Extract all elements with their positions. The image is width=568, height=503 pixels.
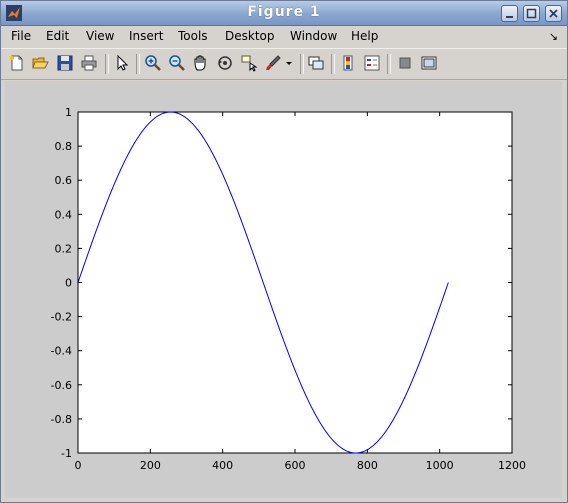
edit-plot-button[interactable] xyxy=(113,54,131,72)
insert-legend-button[interactable] xyxy=(363,54,381,72)
save-button[interactable] xyxy=(56,54,74,72)
pan-hand-icon xyxy=(194,55,206,71)
menu-insert[interactable]: Insert xyxy=(129,29,163,43)
toolbar-separator xyxy=(136,54,140,74)
hide-plot-tools-icon xyxy=(399,57,411,69)
brush-button[interactable] xyxy=(264,54,282,72)
new-figure-button[interactable] xyxy=(8,54,26,72)
dock-arrow-icon[interactable]: ↘ xyxy=(549,30,558,43)
rotate-3d-button[interactable] xyxy=(216,54,234,72)
y-tick-label: 0.8 xyxy=(55,140,73,153)
maximize-icon xyxy=(526,8,537,19)
y-tick-label: 0.2 xyxy=(55,242,73,255)
menu-edit[interactable]: Edit xyxy=(46,29,69,43)
y-tick-label: -0.2 xyxy=(51,311,72,324)
y-tick-label: -0.8 xyxy=(51,413,72,426)
y-tick-label: -1 xyxy=(61,447,72,460)
zoom-out-icon xyxy=(169,55,185,71)
show-plot-tools-button[interactable] xyxy=(420,54,438,72)
x-tick-label: 800 xyxy=(357,459,378,472)
menu-view[interactable]: View xyxy=(86,29,114,43)
maximize-button[interactable] xyxy=(523,5,540,22)
toolbar-separator xyxy=(105,54,109,74)
brush-dropdown-icon xyxy=(286,62,292,65)
axes-box xyxy=(77,111,513,454)
menu-tools[interactable]: Tools xyxy=(178,29,208,43)
minimize-icon xyxy=(506,16,513,18)
print-button[interactable] xyxy=(80,54,98,72)
zoom-in-icon xyxy=(145,55,161,71)
y-tick-label: -0.4 xyxy=(51,345,72,358)
x-tick-label: 200 xyxy=(140,459,161,472)
window-title: Figure 1 xyxy=(247,4,321,20)
new-figure-icon xyxy=(10,55,23,71)
menu-bar: File Edit View Insert Tools Desktop Wind… xyxy=(1,26,567,47)
x-tick-label: 0 xyxy=(75,459,82,472)
toolbar-separator xyxy=(300,54,304,74)
y-tick-label: 0.6 xyxy=(55,174,73,187)
figure-canvas[interactable]: 0 200 400 600 800 1000 1200 -1 -0.8 -0.6 -0.4 -0.2 0… xyxy=(5,81,562,498)
x-tick-label: 1200 xyxy=(498,459,526,472)
zoom-in-button[interactable] xyxy=(144,54,162,72)
menu-file[interactable]: File xyxy=(11,29,31,43)
y-tick-label: 0.4 xyxy=(55,208,73,221)
save-icon xyxy=(57,55,73,71)
close-icon xyxy=(549,9,558,18)
data-cursor-button[interactable] xyxy=(240,54,258,72)
rotate-3d-icon xyxy=(218,56,232,70)
show-plot-tools-icon xyxy=(421,56,437,70)
insert-colorbar-button[interactable] xyxy=(339,54,357,72)
toolbar-separator xyxy=(387,54,391,74)
title-bar[interactable]: Figure 1 xyxy=(1,1,567,26)
open-file-icon xyxy=(32,57,49,69)
zoom-out-button[interactable] xyxy=(168,54,186,72)
open-file-button[interactable] xyxy=(32,54,50,72)
brush-dropdown-button[interactable] xyxy=(284,54,294,72)
insert-colorbar-icon xyxy=(343,55,353,71)
x-tick-label: 400 xyxy=(212,459,233,472)
hide-plot-tools-button[interactable] xyxy=(396,54,414,72)
edit-plot-arrow-icon xyxy=(117,54,129,71)
print-icon xyxy=(81,55,97,71)
figure-window: Figure 1 File Edit View Insert Tools Des… xyxy=(0,0,568,503)
x-tick-label: 1000 xyxy=(426,459,454,472)
close-button[interactable] xyxy=(545,5,562,22)
menu-help[interactable]: Help xyxy=(351,29,378,43)
minimize-button[interactable] xyxy=(501,5,518,22)
y-tick-label: -0.6 xyxy=(51,379,72,392)
figure-toolbar xyxy=(1,48,567,80)
link-plot-icon xyxy=(308,56,324,70)
link-plot-button[interactable] xyxy=(307,54,325,72)
menu-window[interactable]: Window xyxy=(290,29,337,43)
insert-legend-icon xyxy=(364,55,380,71)
pan-button[interactable] xyxy=(192,54,210,72)
x-tick-label: 600 xyxy=(285,459,306,472)
y-tick-label: 1 xyxy=(65,106,72,119)
y-tick-label: 0 xyxy=(65,277,72,290)
menu-desktop[interactable]: Desktop xyxy=(225,29,275,43)
toolbar-separator xyxy=(331,54,335,74)
axes-plot[interactable]: 0 200 400 600 800 1000 1200 -1 -0.8 -0.6 -0.4 -0.2 0… xyxy=(5,81,562,498)
brush-icon xyxy=(266,55,281,70)
data-cursor-icon xyxy=(241,55,258,72)
